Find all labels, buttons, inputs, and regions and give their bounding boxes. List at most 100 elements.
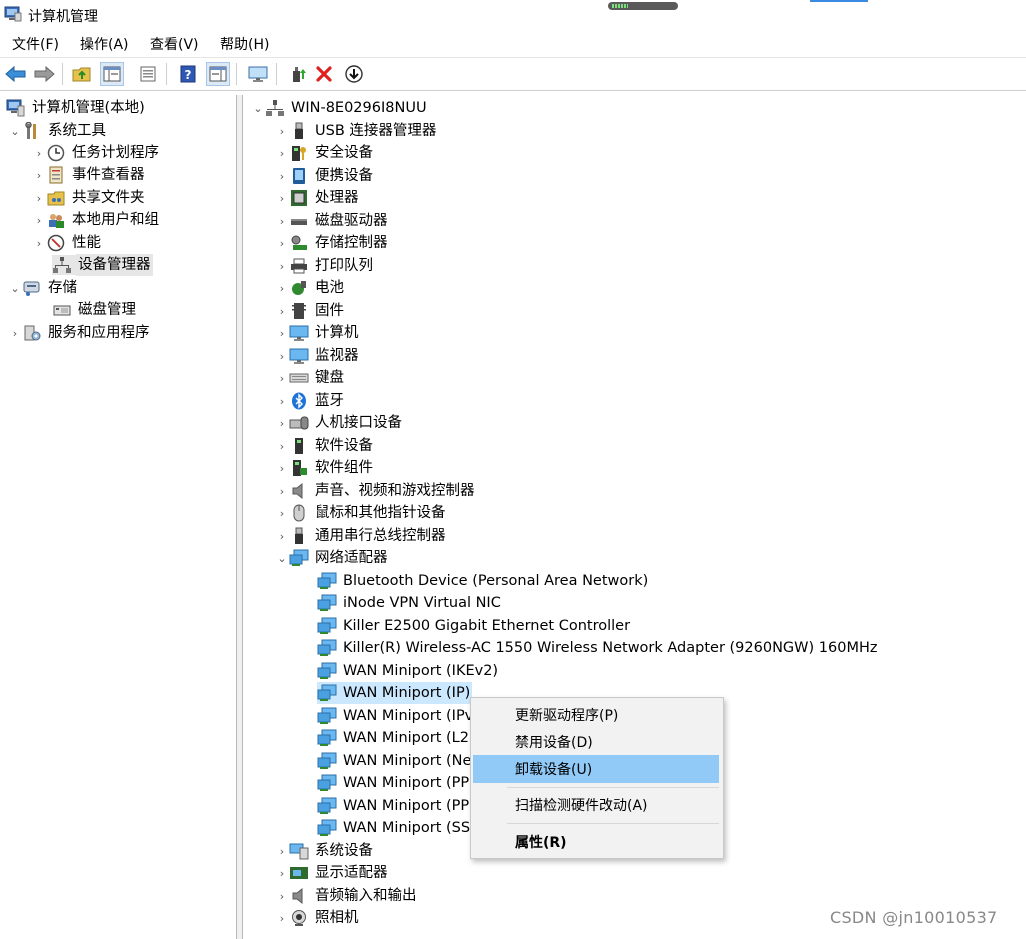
- tree-item-category[interactable]: › 计算机: [275, 322, 361, 344]
- chevron-right-icon[interactable]: ›: [8, 322, 22, 344]
- tree-item-category[interactable]: › 声音、视频和游戏控制器: [275, 480, 477, 502]
- chevron-right-icon[interactable]: ›: [275, 390, 289, 412]
- chevron-right-icon[interactable]: ›: [275, 232, 289, 254]
- tree-item-computer-root[interactable]: ⌄ WIN-8E0296I8NUU: [251, 97, 429, 119]
- chevron-down-icon[interactable]: ⌄: [8, 277, 22, 299]
- menu-action[interactable]: 操作(A): [80, 34, 129, 54]
- network-adapter-item[interactable]: WAN Miniport (L2: [317, 727, 471, 749]
- tree-item-category[interactable]: › 蓝牙: [275, 390, 346, 412]
- tree-item-event-viewer[interactable]: › 事件查看器: [32, 164, 147, 186]
- tree-item-task-scheduler[interactable]: › 任务计划程序: [32, 142, 161, 164]
- tree-item-network-adapters[interactable]: ⌄ 网络适配器: [275, 547, 390, 569]
- tree-item-category[interactable]: › 固件: [275, 300, 346, 322]
- chevron-right-icon[interactable]: ›: [275, 367, 289, 389]
- show-hide-tree-icon[interactable]: [100, 62, 124, 86]
- chevron-right-icon[interactable]: ›: [275, 300, 289, 322]
- tree-item-category[interactable]: › 鼠标和其他指针设备: [275, 502, 448, 524]
- tree-item-category[interactable]: › 监视器: [275, 345, 361, 367]
- show-action-pane-icon[interactable]: [206, 62, 230, 86]
- tree-item-shared-folders[interactable]: › 共享文件夹: [32, 187, 147, 209]
- tree-item-local-users[interactable]: › 本地用户和组: [32, 209, 161, 231]
- chevron-right-icon[interactable]: ›: [275, 840, 289, 862]
- chevron-right-icon[interactable]: ›: [32, 142, 46, 164]
- network-adapter-item[interactable]: WAN Miniport (PP: [317, 795, 471, 817]
- chevron-right-icon[interactable]: ›: [32, 209, 46, 231]
- tree-item-disk-management[interactable]: 磁盘管理: [52, 299, 138, 321]
- download-arrow-icon[interactable]: [342, 62, 366, 86]
- tree-item-category[interactable]: › 打印队列: [275, 255, 375, 277]
- chevron-right-icon[interactable]: ›: [32, 232, 46, 254]
- export-list-icon[interactable]: [136, 62, 160, 86]
- uninstall-x-icon[interactable]: [312, 62, 336, 86]
- chevron-down-icon[interactable]: ⌄: [8, 120, 22, 142]
- tree-item-category[interactable]: › 键盘: [275, 367, 346, 389]
- chevron-right-icon[interactable]: ›: [275, 885, 289, 907]
- console-tree-pane[interactable]: 计算机管理(本地) ⌄ 系统工具 › 任务计划程序 › 事件查看器 › 共享文件…: [0, 95, 237, 939]
- chevron-right-icon[interactable]: ›: [32, 164, 46, 186]
- menu-help[interactable]: 帮助(H): [220, 34, 269, 54]
- menu-item-update-driver[interactable]: 更新驱动程序(P): [473, 701, 719, 729]
- folder-up-icon[interactable]: [70, 62, 94, 86]
- menu-item-uninstall-device[interactable]: 卸载设备(U): [473, 755, 719, 783]
- tree-item-category[interactable]: › 人机接口设备: [275, 412, 404, 434]
- chevron-right-icon[interactable]: ›: [275, 345, 289, 367]
- forward-arrow-icon[interactable]: [32, 62, 56, 86]
- tree-item-category[interactable]: › 照相机: [275, 907, 361, 929]
- chevron-right-icon[interactable]: ›: [275, 255, 289, 277]
- chevron-right-icon[interactable]: ›: [32, 187, 46, 209]
- chevron-right-icon[interactable]: ›: [275, 480, 289, 502]
- chevron-right-icon[interactable]: ›: [275, 525, 289, 547]
- chevron-right-icon[interactable]: ›: [275, 142, 289, 164]
- tree-item-category[interactable]: › 便携设备: [275, 165, 375, 187]
- chevron-right-icon[interactable]: ›: [275, 277, 289, 299]
- tree-item-category[interactable]: › 存储控制器: [275, 232, 390, 254]
- tree-item-category[interactable]: › 磁盘驱动器: [275, 210, 390, 232]
- chevron-right-icon[interactable]: ›: [275, 412, 289, 434]
- network-adapter-item[interactable]: Killer(R) Wireless-AC 1550 Wireless Netw…: [317, 637, 879, 659]
- monitor-icon[interactable]: [246, 62, 270, 86]
- chevron-right-icon[interactable]: ›: [275, 187, 289, 209]
- menu-file[interactable]: 文件(F): [12, 34, 59, 54]
- tree-item-computer-management[interactable]: 计算机管理(本地): [6, 97, 147, 119]
- help-icon[interactable]: ?: [176, 62, 200, 86]
- tree-item-category[interactable]: › USB 连接器管理器: [275, 120, 438, 142]
- menu-item-scan-hardware[interactable]: 扫描检测硬件改动(A): [473, 791, 719, 819]
- network-adapter-item[interactable]: Killer E2500 Gigabit Ethernet Controller: [317, 615, 632, 637]
- menu-item-properties[interactable]: 属性(R): [473, 828, 719, 856]
- network-adapter-item[interactable]: WAN Miniport (PP: [317, 772, 471, 794]
- tree-item-category[interactable]: › 安全设备: [275, 142, 375, 164]
- chevron-right-icon[interactable]: ›: [275, 435, 289, 457]
- chevron-right-icon[interactable]: ›: [275, 322, 289, 344]
- tree-item-category[interactable]: › 通用串行总线控制器: [275, 525, 448, 547]
- tree-item-performance[interactable]: › 性能: [32, 232, 103, 254]
- chevron-right-icon[interactable]: ›: [275, 502, 289, 524]
- tree-item-category[interactable]: › 软件设备: [275, 435, 375, 457]
- network-adapter-item-selected[interactable]: WAN Miniport (IP): [317, 682, 473, 704]
- tree-item-services-apps[interactable]: › 服务和应用程序: [8, 322, 152, 344]
- chevron-right-icon[interactable]: ›: [275, 907, 289, 929]
- chevron-down-icon[interactable]: ⌄: [275, 547, 289, 569]
- chevron-right-icon[interactable]: ›: [275, 457, 289, 479]
- tree-item-category[interactable]: › 软件组件: [275, 457, 375, 479]
- tree-item-category[interactable]: › 电池: [275, 277, 346, 299]
- chevron-right-icon[interactable]: ›: [275, 165, 289, 187]
- network-adapter-item[interactable]: WAN Miniport (SS: [317, 817, 472, 839]
- menu-item-disable-device[interactable]: 禁用设备(D): [473, 728, 719, 756]
- chevron-right-icon[interactable]: ›: [275, 210, 289, 232]
- network-adapter-item[interactable]: WAN Miniport (IPv: [317, 705, 475, 727]
- chevron-right-icon[interactable]: ›: [275, 862, 289, 884]
- network-adapter-item[interactable]: Bluetooth Device (Personal Area Network): [317, 570, 650, 592]
- tree-item-system-tools[interactable]: ⌄ 系统工具: [8, 120, 108, 142]
- tree-item-storage[interactable]: ⌄ 存储: [8, 277, 79, 299]
- tree-item-category[interactable]: › 处理器: [275, 187, 361, 209]
- network-adapter-item[interactable]: WAN Miniport (Ne: [317, 750, 473, 772]
- network-adapter-item[interactable]: WAN Miniport (IKEv2): [317, 660, 500, 682]
- chevron-down-icon[interactable]: ⌄: [251, 97, 265, 119]
- tree-item-category[interactable]: › 显示适配器: [275, 862, 390, 884]
- network-adapter-item[interactable]: iNode VPN Virtual NIC: [317, 592, 503, 614]
- back-arrow-icon[interactable]: [4, 62, 28, 86]
- tree-item-device-manager[interactable]: 设备管理器: [52, 254, 153, 276]
- chevron-right-icon[interactable]: ›: [275, 120, 289, 142]
- tree-item-category[interactable]: › 音频输入和输出: [275, 885, 419, 907]
- tree-item-category[interactable]: › 系统设备: [275, 840, 375, 862]
